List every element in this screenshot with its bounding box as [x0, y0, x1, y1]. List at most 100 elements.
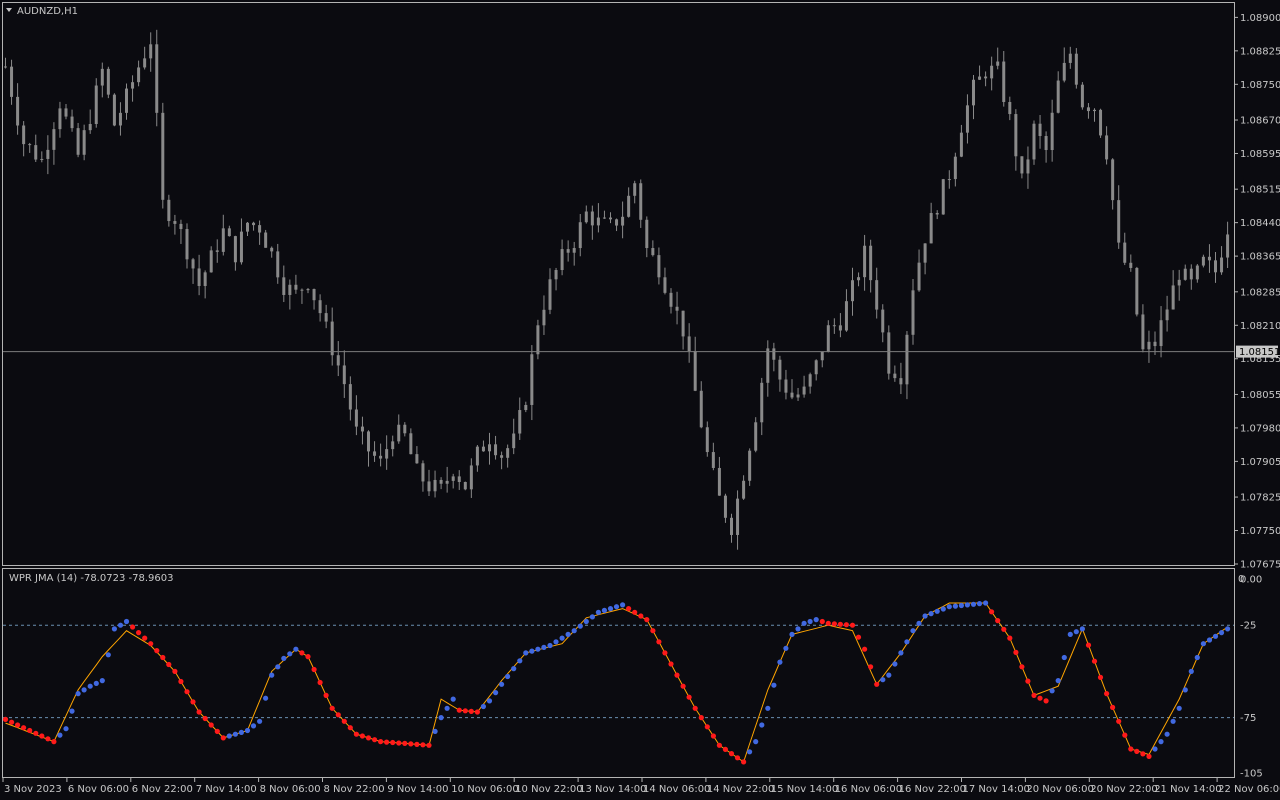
- candle-body: [1214, 260, 1217, 273]
- wpr-dot: [45, 736, 51, 742]
- candle-body: [881, 309, 885, 333]
- candle-body: [318, 300, 322, 314]
- candle-body: [469, 465, 473, 490]
- wpr-dot: [728, 751, 735, 757]
- wpr-dot: [783, 645, 789, 651]
- candle-body: [475, 446, 479, 466]
- wpr-dot: [547, 642, 553, 649]
- wpr-dot: [583, 618, 589, 625]
- time-tick-label: 6 Nov 22:00: [132, 784, 193, 795]
- wpr-dot: [178, 678, 184, 685]
- candle-body: [10, 66, 14, 97]
- candle-body: [560, 249, 564, 271]
- candle-body: [1038, 123, 1042, 137]
- candle-body: [360, 426, 364, 432]
- wpr-dot: [396, 740, 402, 746]
- candle-body: [978, 76, 982, 80]
- candle-body: [282, 277, 286, 295]
- wpr-dot: [1037, 695, 1043, 701]
- time-tick-label: 10 Nov 06:00: [451, 784, 518, 795]
- candle-body: [748, 450, 752, 481]
- wpr-dot: [172, 668, 178, 675]
- candle-body: [887, 332, 891, 374]
- wpr-dot: [632, 609, 638, 615]
- wpr-dot: [311, 666, 317, 673]
- wpr-dot: [111, 626, 117, 632]
- wpr-dot: [680, 683, 686, 689]
- candle-body: [1177, 279, 1181, 286]
- indicator-tick-label: -75: [1240, 713, 1256, 724]
- time-tick-label: 21 Nov 14:00: [1154, 784, 1221, 795]
- candle-body: [433, 479, 437, 492]
- price-tick-label: 1.08670: [1240, 116, 1280, 127]
- candle-body: [173, 221, 177, 224]
- wpr-dot: [825, 620, 831, 626]
- candle-body: [645, 219, 649, 249]
- candle-body: [500, 455, 504, 458]
- wpr-dot: [190, 699, 196, 705]
- chart-background: [0, 0, 1280, 800]
- time-tick-label: 8 Nov 06:00: [260, 784, 321, 795]
- wpr-dot: [1013, 649, 1019, 656]
- candle-body: [239, 231, 243, 263]
- wpr-dot: [983, 600, 989, 606]
- trading-chart[interactable]: 1.08900 1.08825 1.08750 1.08670 1.08595 1.085…: [0, 0, 1280, 800]
- wpr-dot: [831, 621, 838, 627]
- candle-body: [959, 132, 963, 157]
- symbol-title[interactable]: AUDNZD,H1: [6, 6, 78, 17]
- wpr-dot: [99, 678, 105, 684]
- candle-body: [796, 394, 800, 398]
- wpr-dot: [414, 741, 420, 748]
- wpr-dot: [958, 602, 965, 609]
- wpr-dot: [1134, 748, 1140, 755]
- wpr-dot: [698, 715, 704, 721]
- candle-body: [373, 451, 377, 456]
- candle-body: [233, 236, 237, 263]
- wpr-dot: [238, 729, 244, 736]
- price-tick-label: 1.08210: [1240, 321, 1280, 332]
- wpr-dot: [577, 623, 583, 629]
- wpr-dot: [1019, 664, 1025, 670]
- candle-body: [863, 245, 867, 278]
- candle-body: [149, 44, 153, 59]
- wpr-dot: [87, 683, 93, 689]
- wpr-dot: [1007, 635, 1013, 641]
- wpr-dot: [21, 725, 27, 731]
- wpr-dot: [1061, 654, 1067, 661]
- candle-body: [615, 219, 619, 226]
- candle-body: [851, 280, 854, 302]
- wpr-dot: [505, 673, 511, 680]
- wpr-dot: [880, 677, 886, 683]
- price-tick-label: 1.08515: [1240, 185, 1280, 196]
- wpr-dot: [148, 641, 154, 647]
- candle-body: [481, 446, 485, 452]
- wpr-dot: [837, 621, 844, 627]
- wpr-dot: [444, 705, 450, 711]
- candle-body: [832, 325, 836, 327]
- candle-body: [330, 321, 334, 356]
- wpr-dot: [27, 727, 33, 734]
- candle-body: [1220, 257, 1224, 273]
- wpr-dot: [1085, 642, 1092, 648]
- candle-body: [1111, 159, 1115, 201]
- wpr-dot: [57, 732, 63, 738]
- time-tick-label: 13 Nov 14:00: [579, 784, 646, 795]
- wpr-dot: [335, 712, 341, 718]
- candle-body: [76, 128, 80, 155]
- price-tick-label: 1.08595: [1240, 149, 1280, 160]
- candle-body: [633, 183, 637, 196]
- wpr-dot: [1218, 630, 1225, 636]
- wpr-dot: [868, 664, 874, 670]
- candle-body: [778, 359, 782, 380]
- candle-body: [161, 112, 165, 200]
- wpr-dot: [1170, 718, 1176, 724]
- candle-body: [717, 467, 721, 496]
- candle-body: [506, 448, 510, 458]
- candle-body: [494, 444, 498, 456]
- price-tick-label: 1.07905: [1240, 457, 1280, 468]
- current-price-box: 1.08151: [1236, 345, 1280, 358]
- wpr-dot: [644, 617, 650, 623]
- wpr-dot: [160, 654, 166, 661]
- time-tick-label: 14 Nov 22:00: [707, 784, 774, 795]
- wpr-dot: [378, 739, 384, 745]
